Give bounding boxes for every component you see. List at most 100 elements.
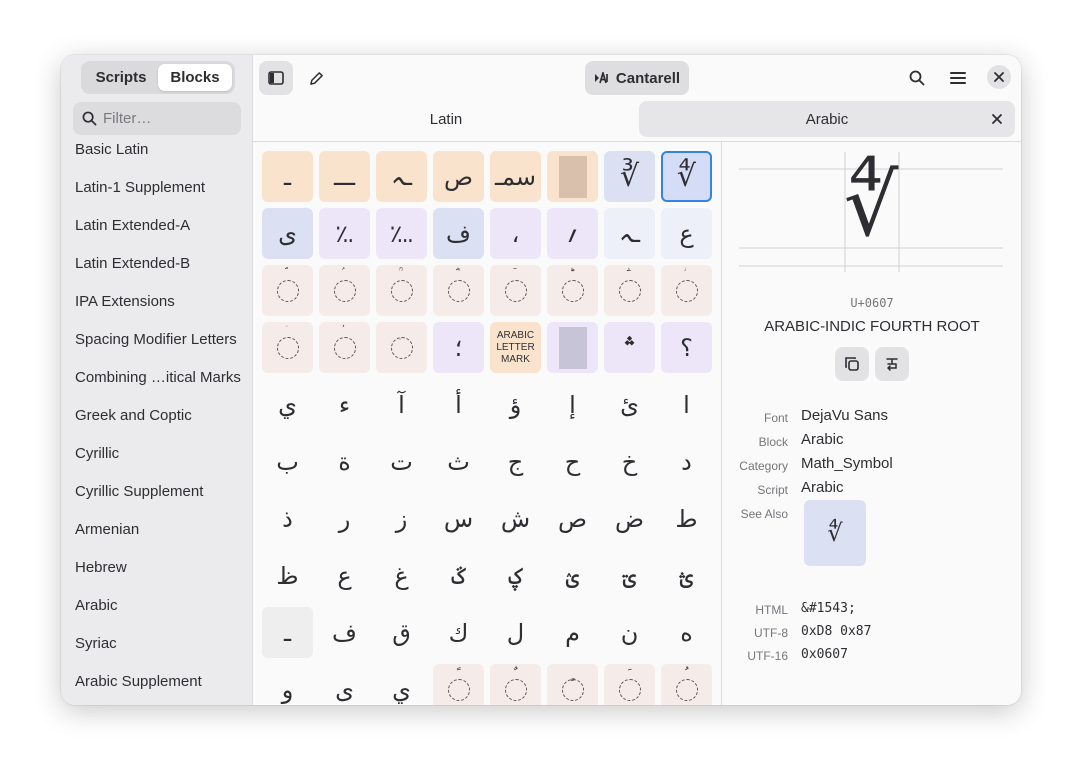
character-cell[interactable]: ص [433, 151, 484, 202]
character-cell[interactable]: ـ [262, 151, 313, 202]
character-cell[interactable]: ٍ [547, 664, 598, 705]
character-cell[interactable]: ش [490, 493, 541, 544]
character-cell[interactable]: ض [604, 493, 655, 544]
tab-latin[interactable]: Latin [257, 101, 635, 137]
edit-button[interactable] [299, 61, 333, 95]
character-cell[interactable]: و [262, 664, 313, 705]
character-cell[interactable]: ً [433, 664, 484, 705]
character-cell[interactable] [547, 322, 598, 373]
character-cell[interactable]: َ [604, 664, 655, 705]
character-cell[interactable]: ـ [262, 607, 313, 658]
character-cell[interactable]: ∜ [661, 151, 712, 202]
character-cell[interactable]: ف [319, 607, 370, 658]
character-cell[interactable]: ظ [262, 550, 313, 601]
insert-character-button[interactable] [875, 347, 909, 381]
block-item-arabic[interactable]: Arabic [75, 597, 118, 614]
character-cell[interactable]: ب [262, 436, 313, 487]
character-cell[interactable]: ـہ [376, 151, 427, 202]
character-cell[interactable]: ؘ [262, 322, 313, 373]
character-cell[interactable]: ف [433, 208, 484, 259]
block-item[interactable]: Basic Latin [75, 141, 148, 158]
main-menu-button[interactable] [941, 61, 975, 95]
character-cell[interactable]: ؕ [547, 265, 598, 316]
character-cell[interactable]: ق [376, 607, 427, 658]
block-item[interactable]: Arabic Supplement [75, 673, 202, 690]
copy-button[interactable] [835, 347, 869, 381]
scripts-view-button[interactable]: Scripts [84, 64, 158, 91]
character-cell[interactable]: ؛ [433, 322, 484, 373]
block-item[interactable]: Hebrew [75, 559, 127, 576]
character-cell[interactable]: ا [661, 379, 712, 430]
character-cell[interactable] [547, 151, 598, 202]
character-cell[interactable]: ، [490, 208, 541, 259]
character-cell[interactable]: ؾ [604, 550, 655, 601]
character-cell[interactable]: س [433, 493, 484, 544]
character-cell[interactable]: ػ [433, 550, 484, 601]
character-cell[interactable]: ARABIC LETTER MARK [490, 322, 541, 373]
search-button[interactable] [900, 61, 934, 95]
character-cell[interactable]: ز [376, 493, 427, 544]
character-cell[interactable]: خ [604, 436, 655, 487]
character-cell[interactable]: ؿ [661, 550, 712, 601]
character-cell[interactable]: ∛ [604, 151, 655, 202]
character-cell[interactable]: ؽ [547, 550, 598, 601]
block-item[interactable]: Syriac [75, 635, 117, 652]
character-cell[interactable]: ك [433, 607, 484, 658]
character-cell[interactable]: ؔ [490, 265, 541, 316]
character-cell[interactable]: ث [433, 436, 484, 487]
character-cell[interactable]: ؞ [604, 322, 655, 373]
character-cell[interactable]: ٌ [490, 664, 541, 705]
font-chooser-button[interactable]: Cantarell [585, 61, 689, 95]
character-cell[interactable]: ح [547, 436, 598, 487]
character-cell[interactable]: د [661, 436, 712, 487]
character-cell[interactable]: ء [319, 379, 370, 430]
character-cell[interactable]: ؒ [376, 265, 427, 316]
character-cell[interactable]: ُ [661, 664, 712, 705]
character-cell[interactable]: ى [262, 208, 313, 259]
character-cell[interactable]: ـہ [604, 208, 655, 259]
character-cell[interactable]: ط [661, 493, 712, 544]
filter-field[interactable] [73, 102, 241, 135]
character-cell[interactable]: ى [319, 664, 370, 705]
block-item[interactable]: Combining …itical Marks [75, 369, 241, 386]
character-cell[interactable]: ؤ [490, 379, 541, 430]
character-cell[interactable]: ت [376, 436, 427, 487]
character-cell[interactable]: ص [547, 493, 598, 544]
character-cell[interactable]: ؼ [490, 550, 541, 601]
character-cell[interactable]: ه [661, 607, 712, 658]
tab-close-button[interactable] [989, 111, 1005, 127]
block-item[interactable]: Cyrillic [75, 445, 119, 462]
block-item[interactable]: IPA Extensions [75, 293, 175, 310]
character-cell[interactable]: إ [547, 379, 598, 430]
character-cell[interactable]: ن [604, 607, 655, 658]
character-cell[interactable]: م [547, 607, 598, 658]
block-item[interactable]: Greek and Coptic [75, 407, 192, 424]
character-cell[interactable]: ؚ [376, 322, 427, 373]
character-cell[interactable]: ر [319, 493, 370, 544]
block-item[interactable]: Latin Extended-B [75, 255, 190, 272]
tab-arabic[interactable]: Arabic [639, 101, 1015, 137]
character-cell[interactable]: ع [661, 208, 712, 259]
character-cell[interactable]: آ [376, 379, 427, 430]
window-close-button[interactable] [987, 65, 1011, 89]
character-cell[interactable]: ؑ [319, 265, 370, 316]
character-cell[interactable]: ؓ [433, 265, 484, 316]
block-item[interactable]: Latin Extended-A [75, 217, 190, 234]
character-cell[interactable]: ئ [604, 379, 655, 430]
character-cell[interactable]: ل [490, 607, 541, 658]
character-cell[interactable]: ة [319, 436, 370, 487]
character-cell[interactable]: ـــ [319, 151, 370, 202]
character-cell[interactable]: أ [433, 379, 484, 430]
character-cell[interactable]: ي [262, 379, 313, 430]
character-cell[interactable]: ذ [262, 493, 313, 544]
see-also-character[interactable]: ∜ [804, 500, 866, 566]
character-cell[interactable]: ؖ [604, 265, 655, 316]
character-cell[interactable]: ؗ [661, 265, 712, 316]
character-cell[interactable]: ج [490, 436, 541, 487]
character-cell[interactable]: ؉ [319, 208, 370, 259]
character-cell[interactable]: ي [376, 664, 427, 705]
character-cell[interactable]: ؟ [661, 322, 712, 373]
character-cell[interactable]: ؐ [262, 265, 313, 316]
block-item[interactable]: Spacing Modifier Letters [75, 331, 237, 348]
character-cell[interactable]: ؍ [547, 208, 598, 259]
